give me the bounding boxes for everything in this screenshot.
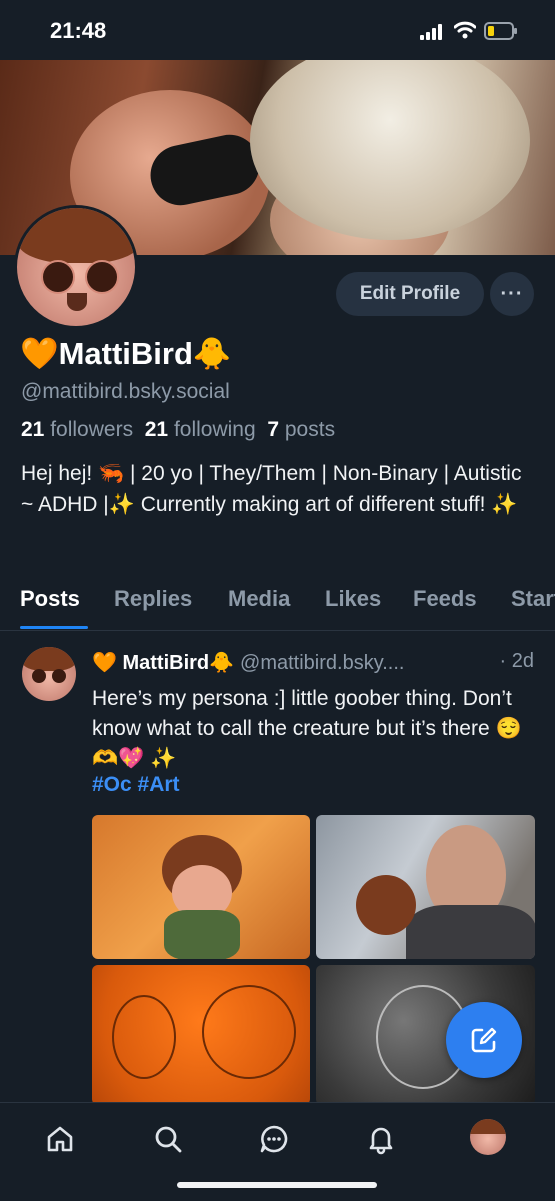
battery-low-icon xyxy=(484,22,517,40)
post-image-3[interactable] xyxy=(92,965,310,1105)
post-author-name[interactable]: 🧡 MattiBird🐥 xyxy=(92,652,234,674)
nav-search[interactable] xyxy=(150,1121,186,1157)
tab-feeds[interactable]: Feeds xyxy=(413,586,477,612)
home-indicator xyxy=(177,1182,377,1188)
followers-link[interactable]: 21 followers xyxy=(21,418,133,441)
post-author-handle[interactable]: @mattibird.bsky.... xyxy=(240,652,404,674)
post-timestamp[interactable]: · 2d xyxy=(495,650,534,673)
post-hashtags[interactable]: #Oc #Art xyxy=(92,773,180,797)
cellular-signal-icon xyxy=(420,24,442,40)
profile-tabs: Posts Replies Media Likes Feeds Starter … xyxy=(0,578,555,631)
active-tab-indicator xyxy=(20,626,88,629)
nav-profile-avatar[interactable] xyxy=(470,1119,506,1155)
post-author-avatar[interactable] xyxy=(22,647,76,701)
profile-bio: Hej hej! 🦐 | 20 yo | They/Them | Non-Bin… xyxy=(21,462,522,516)
tab-likes[interactable]: Likes xyxy=(325,586,381,612)
status-time: 21:48 xyxy=(50,18,107,43)
tab-replies[interactable]: Replies xyxy=(114,586,192,612)
post-image-2[interactable] xyxy=(316,815,535,959)
chat-icon xyxy=(260,1125,288,1153)
posts-count: 7 posts xyxy=(267,418,336,441)
status-bar: 21:48 xyxy=(0,0,555,60)
edit-profile-button[interactable]: Edit Profile xyxy=(336,272,484,316)
home-icon xyxy=(47,1126,73,1152)
bell-icon xyxy=(369,1127,393,1155)
nav-home[interactable] xyxy=(42,1121,78,1157)
ellipsis-icon: ··· xyxy=(500,282,524,305)
post-image-1[interactable] xyxy=(92,815,310,959)
profile-handle: @mattibird.bsky.social xyxy=(21,380,230,403)
more-options-button[interactable]: ··· xyxy=(490,272,534,316)
tab-media[interactable]: Media xyxy=(228,586,290,612)
wifi-icon xyxy=(454,21,476,39)
nav-notifications[interactable] xyxy=(363,1121,399,1157)
compose-post-button[interactable] xyxy=(446,1002,522,1078)
profile-stats: 21 followers 21 following 7 posts xyxy=(21,418,335,442)
post-text: Here’s my persona :] little goober thing… xyxy=(92,687,522,770)
profile-display-name: 🧡MattiBird🐥 xyxy=(20,336,232,371)
nav-chat[interactable] xyxy=(256,1121,292,1157)
tab-posts[interactable]: Posts xyxy=(20,586,80,612)
post-header: 🧡 MattiBird🐥 @mattibird.bsky.... · 2d xyxy=(92,650,542,675)
tab-starter-packs[interactable]: Starter Packs xyxy=(511,586,555,612)
search-icon xyxy=(155,1126,182,1153)
profile-avatar[interactable] xyxy=(14,205,138,329)
compose-icon xyxy=(471,1027,497,1053)
following-link[interactable]: 21 following xyxy=(145,418,256,441)
